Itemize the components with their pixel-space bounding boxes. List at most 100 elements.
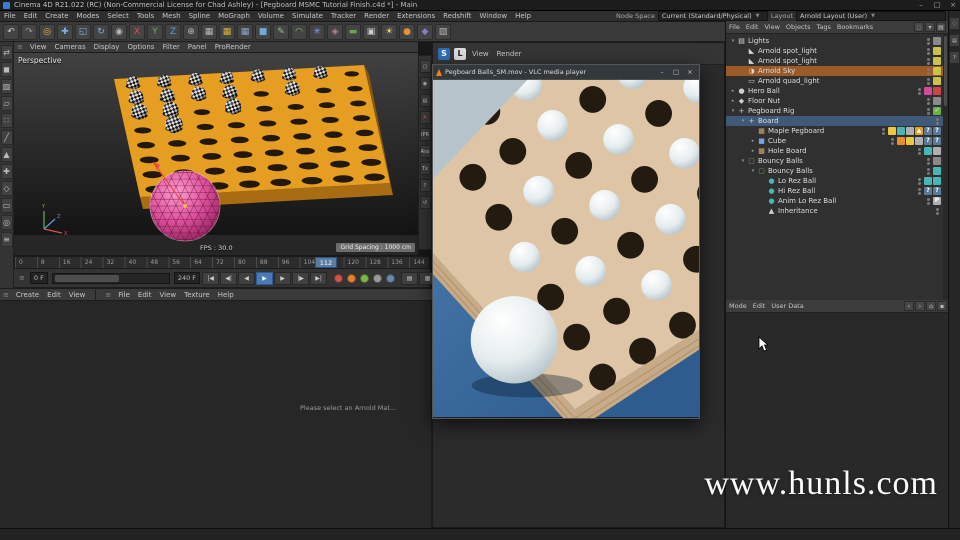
menu-file[interactable]: File — [726, 23, 743, 31]
edges-mode-icon[interactable]: ╱ — [1, 130, 13, 145]
luminance-icon[interactable]: L — [454, 48, 466, 60]
tag-icon[interactable]: ? — [924, 127, 932, 135]
menu-tools[interactable]: Tools — [133, 12, 158, 20]
tag-icon[interactable]: ? — [924, 187, 932, 195]
ipr-icon[interactable]: IPR — [420, 128, 431, 141]
minimize-button[interactable]: – — [914, 1, 928, 10]
tag-icon[interactable] — [897, 127, 905, 135]
visibility-dots[interactable] — [926, 167, 930, 176]
filter-icon[interactable]: ▾ — [925, 22, 935, 32]
start-frame-field[interactable]: 0 F — [30, 272, 48, 284]
move-icon[interactable]: ✚ — [57, 24, 73, 40]
visibility-dots[interactable] — [926, 37, 930, 46]
expander-icon[interactable]: ▸ — [729, 98, 737, 104]
visibility-dots[interactable] — [890, 137, 894, 146]
menu-user-data[interactable]: User Data — [768, 302, 806, 310]
solo-mode-icon[interactable]: ◎ — [1, 215, 13, 230]
tree-row-pegboard-rig[interactable]: ▾+Pegboard Rig✓ — [726, 106, 949, 116]
menu-view[interactable]: View — [761, 23, 782, 31]
timeline-ruler[interactable]: 0816243240485664728088961041121201281361… — [14, 256, 430, 269]
menu-prorender[interactable]: ProRender — [211, 43, 255, 51]
tag-icon[interactable] — [933, 67, 941, 75]
vlc-video-frame[interactable] — [433, 79, 699, 418]
palette-icon[interactable]: ▤ — [949, 34, 960, 47]
camera-icon[interactable]: ▣ — [363, 24, 379, 40]
tag-icon[interactable]: ✓ — [933, 107, 941, 115]
record-params-button[interactable] — [386, 274, 395, 283]
menu-display[interactable]: Display — [90, 43, 124, 51]
tag-icon[interactable] — [933, 177, 941, 185]
menu-panel[interactable]: Panel — [184, 43, 211, 51]
panel-menu-icon[interactable]: ≡ — [0, 291, 12, 299]
close-button[interactable]: × — [946, 1, 960, 10]
tree-row-floor-nut[interactable]: ▸◆Floor Nut — [726, 96, 949, 106]
workplane-lock-icon[interactable]: ▭ — [1, 198, 13, 213]
menu-window[interactable]: Window — [476, 12, 512, 20]
menu-edit[interactable]: Edit — [134, 291, 156, 299]
prev-frame-button[interactable]: ◀ — [238, 272, 255, 285]
menu-bookmarks[interactable]: Bookmarks — [834, 23, 876, 31]
add-cube-icon[interactable]: ■ — [255, 24, 271, 40]
preview-range-slider[interactable] — [52, 273, 170, 284]
tag-icon[interactable] — [933, 147, 941, 155]
redo-icon[interactable]: ↷ — [21, 24, 37, 40]
lock-icon[interactable]: ▪ — [937, 301, 947, 311]
expander-icon[interactable]: ▾ — [729, 38, 737, 44]
menu-help[interactable]: Help — [214, 291, 238, 299]
record-objects-button[interactable] — [360, 274, 369, 283]
play-button[interactable]: ▶ — [256, 272, 273, 285]
tree-row-hole-board[interactable]: ▸▦Hole Board — [726, 146, 949, 156]
tag-icon[interactable] — [915, 137, 923, 145]
tree-row-anim-lo-rez-ball[interactable]: ●Anim Lo Rez BallP — [726, 196, 949, 206]
tree-row-bouncy-balls[interactable]: ▾▢Bouncy Balls — [726, 156, 949, 166]
end-frame-field[interactable]: 240 F — [174, 272, 200, 284]
z-axis-icon[interactable]: Z — [165, 24, 181, 40]
render-picture-viewer-icon[interactable]: ▦ — [219, 24, 235, 40]
tag-icon[interactable] — [924, 147, 932, 155]
x-axis-icon[interactable]: X — [129, 24, 145, 40]
menu-edit[interactable]: Edit — [20, 12, 42, 20]
autokey-button[interactable] — [347, 274, 356, 283]
texture-mode-icon[interactable]: ▨ — [1, 79, 13, 94]
snap-icon[interactable]: ◆ — [417, 24, 433, 40]
tree-row-hero-ball[interactable]: ▸●Hero Ball — [726, 86, 949, 96]
tag-icon[interactable] — [906, 137, 914, 145]
field-icon[interactable]: ◈ — [327, 24, 343, 40]
next-key-button[interactable]: |▶ — [292, 272, 309, 285]
node-space-dropdown[interactable]: Current (Standard/Physical)▼ — [658, 11, 768, 21]
menu-select[interactable]: Select — [103, 12, 133, 20]
visibility-dots[interactable] — [935, 117, 939, 126]
goto-end-button[interactable]: ▶| — [310, 272, 327, 285]
tag-icon[interactable] — [933, 167, 941, 175]
tree-row-maple-pegboard[interactable]: ▦Maple Pegboard▲?? — [726, 126, 949, 136]
visibility-dots[interactable] — [926, 57, 930, 66]
convert-icon[interactable]: ⇄ — [1, 45, 13, 60]
playhead[interactable]: 112 — [315, 257, 337, 268]
menu-redshift[interactable]: Redshift — [439, 12, 475, 20]
tree-row-arnold-sky[interactable]: ◑Arnold Sky — [726, 66, 949, 76]
tag-icon[interactable] — [933, 57, 941, 65]
visibility-dots[interactable] — [926, 77, 930, 86]
vlc-maximize-button[interactable]: □ — [670, 67, 682, 77]
snapshot-icon[interactable]: ◉ — [420, 77, 431, 90]
visibility-dots[interactable] — [917, 177, 921, 186]
snap-toggle-icon[interactable]: ◇ — [1, 181, 13, 196]
menu-objects[interactable]: Objects — [783, 23, 814, 31]
visibility-dots[interactable] — [926, 47, 930, 56]
refresh-icon[interactable]: ↺ — [420, 196, 431, 209]
menu-cameras[interactable]: Cameras — [51, 43, 90, 51]
tx-icon[interactable]: Tx — [420, 162, 431, 175]
tree-row-arnold-quad-light[interactable]: ▭Arnold quad_light — [726, 76, 949, 86]
enable-axis-icon[interactable]: ✚ — [1, 164, 13, 179]
tag-icon[interactable] — [924, 87, 932, 95]
visibility-dots[interactable] — [935, 207, 939, 216]
visibility-dots[interactable] — [917, 187, 921, 196]
render-region-icon[interactable]: ▢ — [420, 60, 431, 73]
render-view-icon[interactable]: ▦ — [201, 24, 217, 40]
tag-icon[interactable]: ? — [933, 137, 941, 145]
menu-spline[interactable]: Spline — [185, 12, 215, 20]
ass-export-icon[interactable]: Ass — [420, 145, 431, 158]
panel-menu-icon[interactable]: ≡ — [14, 43, 26, 51]
visibility-dots[interactable] — [926, 197, 930, 206]
solo-anim-icon[interactable]: ▤ — [401, 272, 418, 285]
